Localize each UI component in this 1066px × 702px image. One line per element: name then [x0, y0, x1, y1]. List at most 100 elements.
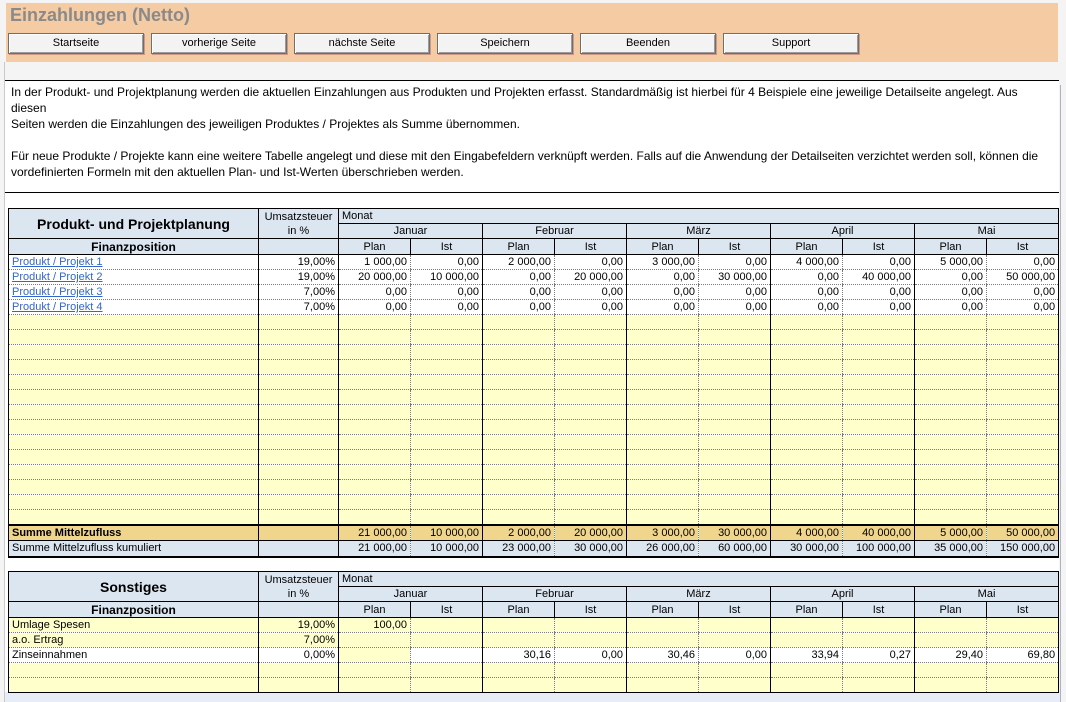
vat-cell[interactable]: 7,00%: [259, 285, 339, 300]
project-link[interactable]: Produkt / Projekt 2: [12, 271, 103, 283]
value-cell[interactable]: [411, 435, 483, 450]
startseite-button[interactable]: Startseite: [8, 33, 144, 54]
value-cell[interactable]: [843, 465, 915, 480]
value-cell[interactable]: 3 000,00: [627, 255, 699, 270]
value-cell[interactable]: [339, 360, 411, 375]
value-cell[interactable]: [411, 450, 483, 465]
value-cell[interactable]: [915, 390, 987, 405]
value-cell[interactable]: [555, 618, 627, 633]
vat-cell[interactable]: 7,00%: [259, 633, 339, 648]
value-cell[interactable]: [915, 450, 987, 465]
value-cell[interactable]: [771, 405, 843, 420]
value-cell[interactable]: [555, 663, 627, 678]
value-cell[interactable]: [915, 360, 987, 375]
value-cell[interactable]: [411, 495, 483, 510]
value-cell[interactable]: 0,00: [915, 300, 987, 315]
value-cell[interactable]: 2 000,00: [483, 255, 555, 270]
value-cell[interactable]: [843, 420, 915, 435]
row-label-cell[interactable]: [9, 345, 259, 360]
value-cell[interactable]: 0,00: [627, 270, 699, 285]
value-cell[interactable]: [771, 618, 843, 633]
value-cell[interactable]: [987, 678, 1059, 693]
value-cell[interactable]: 30 000,00: [699, 270, 771, 285]
value-cell[interactable]: 0,00: [915, 285, 987, 300]
value-cell[interactable]: 0,00: [915, 270, 987, 285]
row-label-cell[interactable]: [9, 510, 259, 525]
vorherige-seite-button[interactable]: vorherige Seite: [151, 33, 287, 54]
value-cell[interactable]: [987, 405, 1059, 420]
value-cell[interactable]: [699, 495, 771, 510]
value-cell[interactable]: [843, 450, 915, 465]
value-cell[interactable]: 2 000,00: [483, 525, 555, 541]
value-cell[interactable]: 0,00: [627, 300, 699, 315]
value-cell[interactable]: [555, 360, 627, 375]
value-cell[interactable]: 0,00: [987, 285, 1059, 300]
row-label-cell[interactable]: [9, 663, 259, 678]
value-cell[interactable]: [987, 345, 1059, 360]
value-cell[interactable]: [987, 390, 1059, 405]
value-cell[interactable]: [915, 375, 987, 390]
value-cell[interactable]: [987, 375, 1059, 390]
value-cell[interactable]: [339, 345, 411, 360]
value-cell[interactable]: 40 000,00: [843, 525, 915, 541]
value-cell[interactable]: [339, 330, 411, 345]
row-label-cell[interactable]: [9, 465, 259, 480]
value-cell[interactable]: [555, 420, 627, 435]
vat-cell[interactable]: [259, 480, 339, 495]
value-cell[interactable]: 0,00: [339, 285, 411, 300]
value-cell[interactable]: 33,94: [771, 648, 843, 663]
value-cell[interactable]: 1 000,00: [339, 255, 411, 270]
value-cell[interactable]: 20 000,00: [339, 270, 411, 285]
value-cell[interactable]: [771, 465, 843, 480]
value-cell[interactable]: [483, 618, 555, 633]
value-cell[interactable]: [915, 315, 987, 330]
vat-cell[interactable]: [259, 435, 339, 450]
value-cell[interactable]: 50 000,00: [987, 525, 1059, 541]
value-cell[interactable]: [627, 360, 699, 375]
value-cell[interactable]: [699, 618, 771, 633]
value-cell[interactable]: [627, 510, 699, 525]
value-cell[interactable]: [627, 390, 699, 405]
value-cell[interactable]: [411, 663, 483, 678]
value-cell[interactable]: [915, 480, 987, 495]
value-cell[interactable]: 0,00: [555, 648, 627, 663]
value-cell[interactable]: [915, 618, 987, 633]
value-cell[interactable]: [843, 618, 915, 633]
value-cell[interactable]: [339, 315, 411, 330]
row-label-cell[interactable]: [9, 450, 259, 465]
vat-cell[interactable]: [259, 405, 339, 420]
value-cell[interactable]: [627, 330, 699, 345]
vat-cell[interactable]: 7,00%: [259, 300, 339, 315]
value-cell[interactable]: [411, 648, 483, 663]
value-cell[interactable]: 0,00: [843, 300, 915, 315]
value-cell[interactable]: 0,00: [555, 285, 627, 300]
value-cell[interactable]: [555, 450, 627, 465]
support-button[interactable]: Support: [723, 33, 859, 54]
value-cell[interactable]: [483, 450, 555, 465]
value-cell[interactable]: [699, 663, 771, 678]
value-cell[interactable]: [771, 510, 843, 525]
value-cell[interactable]: [555, 330, 627, 345]
value-cell[interactable]: [555, 510, 627, 525]
value-cell[interactable]: [411, 345, 483, 360]
value-cell[interactable]: [483, 495, 555, 510]
value-cell[interactable]: [339, 435, 411, 450]
value-cell[interactable]: [483, 465, 555, 480]
value-cell[interactable]: [915, 465, 987, 480]
value-cell[interactable]: [555, 315, 627, 330]
value-cell[interactable]: 69,80: [987, 648, 1059, 663]
value-cell[interactable]: [987, 480, 1059, 495]
value-cell[interactable]: [771, 663, 843, 678]
value-cell[interactable]: [843, 510, 915, 525]
value-cell[interactable]: [627, 345, 699, 360]
value-cell[interactable]: [843, 435, 915, 450]
vat-cell[interactable]: [259, 390, 339, 405]
value-cell[interactable]: [771, 375, 843, 390]
value-cell[interactable]: [627, 420, 699, 435]
value-cell[interactable]: [627, 663, 699, 678]
value-cell[interactable]: 0,00: [699, 255, 771, 270]
value-cell[interactable]: [339, 375, 411, 390]
value-cell[interactable]: [483, 330, 555, 345]
row-label-cell[interactable]: [9, 330, 259, 345]
value-cell[interactable]: [699, 345, 771, 360]
